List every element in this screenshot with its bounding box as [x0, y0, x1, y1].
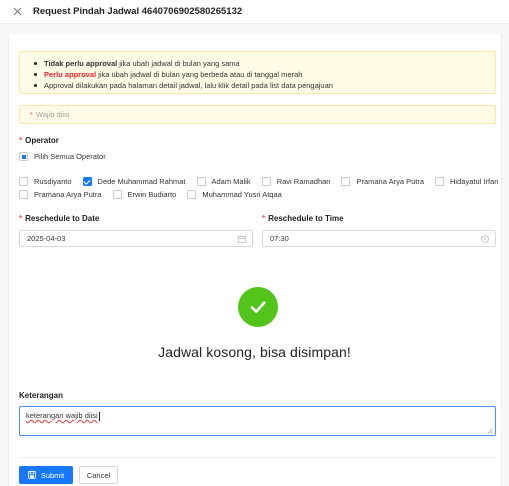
notice-bold-text: Tidak perlu approval: [44, 59, 118, 68]
bullet-icon: [34, 62, 37, 65]
reschedule-date-input[interactable]: 2025-04-03: [19, 230, 253, 247]
operator-name: Pramana Arya Putra: [34, 190, 102, 199]
notice-text: Approval dilakukan pada halaman detail j…: [44, 81, 333, 90]
keterangan-value: keterangan wajib diisi: [26, 411, 98, 420]
cancel-label: Cancel: [86, 470, 111, 480]
notice-line-2: Perlu approval jika ubah jadwal di bulan…: [34, 69, 495, 80]
operator-name: Hidayatul Irfan: [450, 177, 499, 186]
availability-message: Jadwal kosong, bisa disimpan!: [158, 344, 351, 360]
operator-option[interactable]: Muhammad Yusri Atqaa: [187, 190, 282, 199]
footer-divider: [19, 457, 496, 458]
operator-name: Adam Malik: [211, 177, 251, 186]
notice-text: jika ubah jadwal di bulan yang sama: [119, 59, 240, 68]
operator-checkbox[interactable]: [435, 177, 445, 186]
calendar-icon: [237, 234, 246, 243]
operator-checkbox[interactable]: [82, 177, 92, 186]
operator-name: Rusdiyanto: [34, 177, 72, 186]
keterangan-label: Keterangan: [19, 391, 64, 400]
save-icon: [27, 471, 36, 479]
operator-label: * Operator: [19, 136, 59, 145]
operator-checkbox[interactable]: [19, 177, 28, 186]
operator-list-row-1: Rusdiyanto Dede Muhammad Rahmat Adam Mal…: [19, 177, 498, 186]
reschedule-time-input[interactable]: 07:30: [262, 230, 496, 247]
operator-checkbox[interactable]: [341, 177, 351, 186]
notice-line-3: Approval dilakukan pada halaman detail j…: [34, 80, 495, 91]
reschedule-date-label: * Reschedule to Date: [19, 214, 99, 223]
bullet-icon: [34, 84, 37, 87]
required-mark: *: [262, 214, 266, 223]
modal-title: Request Pindah Jadwal 464070690258026513…: [33, 6, 243, 17]
operator-name: Ravi Ramadhan: [276, 177, 331, 186]
submit-button[interactable]: Submit: [19, 466, 73, 484]
operator-name: Erwin Budiarto: [127, 190, 177, 199]
resize-handle-icon[interactable]: [487, 427, 493, 434]
operator-label-text: Operator: [25, 136, 59, 145]
operator-name: Pramana Arya Putra: [356, 177, 425, 186]
operator-checkbox[interactable]: [261, 177, 271, 186]
required-mark: *: [30, 110, 33, 119]
operator-checkbox[interactable]: [196, 177, 206, 186]
operator-checkbox[interactable]: [19, 190, 28, 199]
modal-header: Request Pindah Jadwal 464070690258026513…: [0, 0, 509, 24]
keterangan-textarea[interactable]: keterangan wajib diisi: [19, 406, 496, 436]
required-mark: *: [19, 214, 23, 223]
operator-option[interactable]: Erwin Budiarto: [112, 190, 177, 199]
operator-option[interactable]: Pramana Arya Putra: [19, 190, 102, 199]
warning-text: Wajib diisi: [35, 110, 70, 119]
notice-text: jika ubah jadwal di bulan yang berbeda a…: [98, 70, 303, 79]
operator-option[interactable]: Adam Malik: [196, 177, 251, 186]
operator-option[interactable]: Hidayatul Irfan: [435, 177, 498, 186]
time-value: 07:30: [270, 234, 289, 243]
select-all-operators[interactable]: Pilih Semua Operator: [19, 152, 106, 161]
operator-checkbox[interactable]: [112, 190, 122, 199]
operator-list-row-2: Pramana Arya Putra Erwin Budiarto Muhamm…: [19, 190, 293, 199]
submit-label: Submit: [40, 470, 65, 480]
select-all-checkbox[interactable]: [19, 152, 28, 161]
cancel-button[interactable]: Cancel: [79, 466, 118, 484]
approval-notice: Tidak perlu approval jika ubah jadwal di…: [19, 51, 496, 94]
close-icon[interactable]: [11, 6, 23, 18]
required-mark: *: [19, 136, 23, 145]
success-check-icon: [238, 287, 278, 327]
bullet-icon: [34, 73, 37, 76]
operator-option[interactable]: Dede Muhammad Rahmat: [82, 177, 186, 186]
operator-checkbox[interactable]: [187, 190, 197, 199]
reschedule-date-label-text: Reschedule to Date: [25, 214, 100, 223]
select-all-label: Pilih Semua Operator: [34, 152, 106, 161]
operator-name: Muhammad Yusri Atqaa: [202, 190, 282, 199]
reschedule-time-label-text: Reschedule to Time: [268, 214, 344, 223]
notice-bold-text: Perlu approval: [44, 70, 97, 79]
operator-option[interactable]: Ravi Ramadhan: [261, 177, 331, 186]
operator-name: Dede Muhammad Rahmat: [97, 177, 186, 186]
required-warning: * Wajib diisi: [19, 105, 496, 124]
operator-option[interactable]: Rusdiyanto: [19, 177, 72, 186]
text-caret: [98, 411, 100, 421]
reschedule-time-label: * Reschedule to Time: [262, 214, 344, 223]
operator-option[interactable]: Pramana Arya Putra: [341, 177, 424, 186]
clock-icon: [480, 234, 489, 243]
date-value: 2025-04-03: [27, 234, 66, 243]
notice-line-1: Tidak perlu approval jika ubah jadwal di…: [34, 58, 495, 69]
